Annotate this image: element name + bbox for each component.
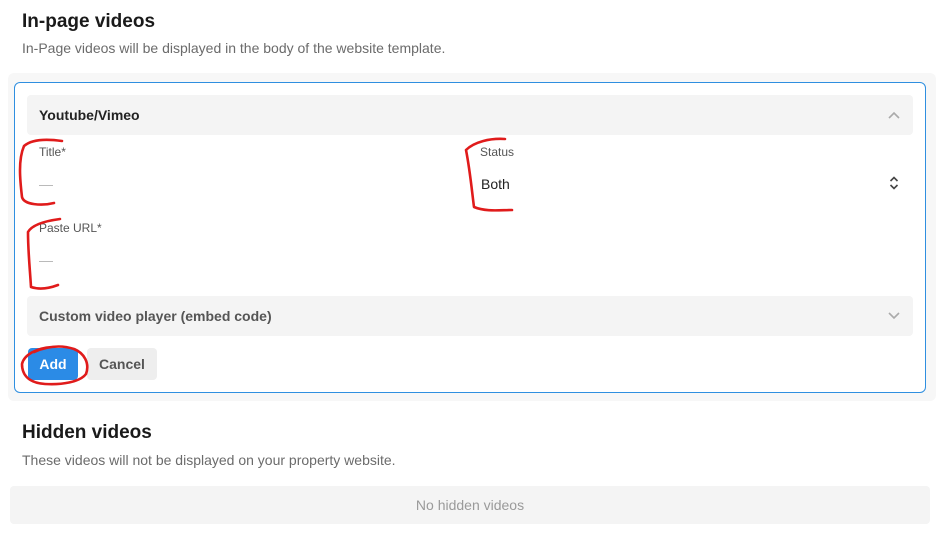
sort-arrows-icon <box>889 175 899 193</box>
inpage-title: In-page videos <box>22 11 156 32</box>
cancel-button[interactable]: Cancel <box>87 348 157 380</box>
status-select-value: Both <box>481 176 510 192</box>
add-button[interactable]: Add <box>28 348 78 380</box>
youtube-vimeo-header-label: Youtube/Vimeo <box>39 107 140 123</box>
status-label: Status <box>480 145 515 159</box>
hidden-description: These videos will not be displayed on yo… <box>22 452 396 468</box>
youtube-vimeo-accordion-header[interactable]: Youtube/Vimeo <box>27 95 913 135</box>
inpage-description: In-Page videos will be displayed in the … <box>22 40 446 56</box>
custom-player-accordion-header[interactable]: Custom video player (embed code) <box>27 296 913 336</box>
empty-state-text: No hidden videos <box>415 497 525 513</box>
title-label: Title* <box>39 145 66 159</box>
status-select[interactable]: Both <box>469 164 909 204</box>
url-input[interactable] <box>27 240 909 280</box>
url-label: Paste URL* <box>39 221 102 235</box>
chevron-up-icon[interactable] <box>887 108 901 122</box>
custom-player-header-label: Custom video player (embed code) <box>39 308 272 324</box>
hidden-videos-empty-state: No hidden videos <box>10 486 930 524</box>
title-input[interactable] <box>27 164 467 204</box>
chevron-down-icon[interactable] <box>887 309 901 323</box>
hidden-title: Hidden videos <box>22 422 152 443</box>
